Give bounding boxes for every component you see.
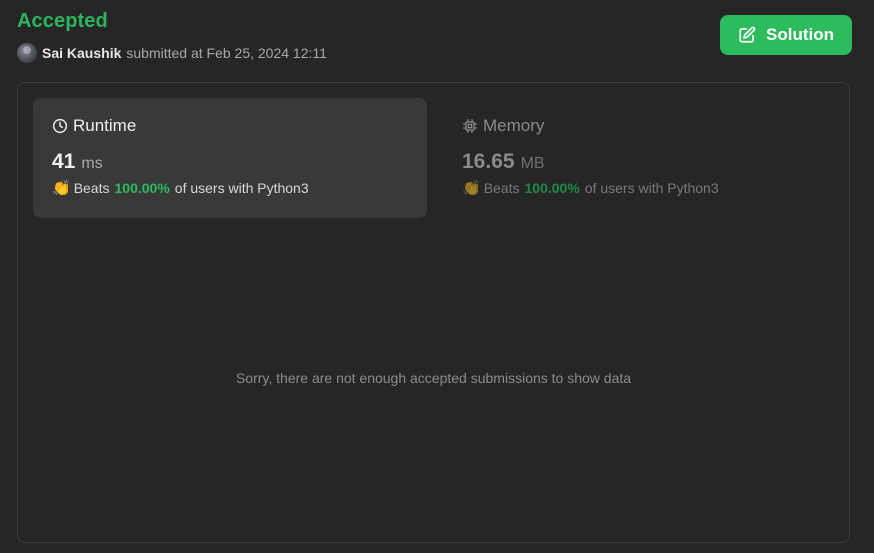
submission-detail-page: Accepted Sai Kaushik submitted at Feb 25…: [0, 0, 874, 553]
submitted-at-text: submitted at Feb 25, 2024 12:11: [126, 45, 327, 61]
memory-label: Memory: [483, 116, 545, 135]
clap-icon: 👏: [52, 179, 71, 197]
runtime-value: 41: [52, 150, 76, 173]
runtime-beats-suffix: of users with Python3: [174, 180, 309, 196]
clap-icon: 👏: [462, 179, 481, 197]
runtime-label: Runtime: [73, 116, 137, 135]
runtime-beats-prefix: Beats: [73, 180, 110, 196]
memory-value: 16.65: [462, 150, 515, 173]
memory-unit: MB: [520, 155, 545, 172]
runtime-beats: 👏 Beats 100.00% of users with Python3: [52, 180, 408, 196]
runtime-card[interactable]: Runtime 41 ms 👏 Beats 100.00% of users w…: [33, 98, 427, 218]
solution-button-label: Solution: [766, 25, 834, 44]
submission-meta: Sai Kaushik submitted at Feb 25, 2024 12…: [17, 43, 327, 63]
memory-header: Memory: [462, 116, 818, 136]
distribution-empty-message: Sorry, there are not enough accepted sub…: [235, 370, 632, 386]
solution-button[interactable]: Solution: [720, 15, 852, 55]
chip-icon: [463, 119, 477, 133]
runtime-header: Runtime: [52, 116, 408, 136]
clock-icon: [52, 118, 68, 134]
memory-beats-prefix: Beats: [483, 180, 520, 196]
avatar[interactable]: [17, 43, 37, 63]
runtime-unit: ms: [81, 155, 103, 172]
memory-card[interactable]: Memory 16.65 MB 👏 Beats 100.00% of users…: [443, 98, 837, 218]
memory-beats: 👏 Beats 100.00% of users with Python3: [462, 180, 818, 196]
username-link[interactable]: Sai Kaushik: [42, 45, 121, 61]
memory-beats-percent: 100.00%: [524, 180, 580, 196]
memory-value-row: 16.65 MB: [462, 150, 818, 174]
submission-status: Accepted: [17, 10, 108, 32]
runtime-value-row: 41 ms: [52, 150, 408, 174]
memory-beats-suffix: of users with Python3: [584, 180, 719, 196]
runtime-beats-percent: 100.00%: [114, 180, 170, 196]
edit-icon: [739, 26, 756, 43]
